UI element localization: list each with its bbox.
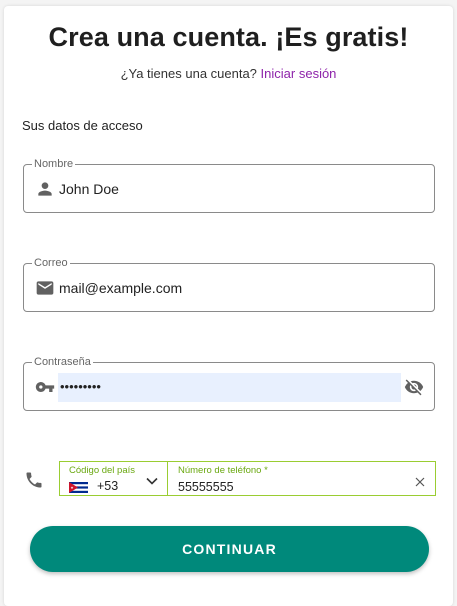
- clear-icon[interactable]: [415, 474, 425, 487]
- chevron-down-icon[interactable]: [145, 474, 159, 488]
- key-icon: [35, 377, 55, 397]
- password-field[interactable]: Contraseña •••••••••: [23, 355, 435, 411]
- password-autofill-highlight: [58, 373, 401, 402]
- phone-icon: [24, 470, 44, 490]
- name-field-label: Nombre: [32, 157, 76, 171]
- password-field-label: Contraseña: [32, 355, 93, 369]
- page-title: Crea una cuenta. ¡Es gratis!: [48, 22, 409, 52]
- phone-number-label: Número de teléfono *: [178, 465, 268, 476]
- person-icon: [35, 179, 55, 199]
- country-code-value: +53: [97, 479, 119, 493]
- phone-number-input[interactable]: [178, 480, 398, 494]
- login-prompt: ¿Ya tienes una cuenta? Iniciar sesión: [0, 66, 457, 81]
- email-field-value[interactable]: mail@example.com: [59, 279, 182, 297]
- continue-button[interactable]: CONTINUAR: [30, 526, 429, 572]
- name-field-value[interactable]: John Doe: [59, 180, 119, 198]
- login-link[interactable]: Iniciar sesión: [261, 66, 337, 81]
- name-field[interactable]: Nombre John Doe: [23, 157, 435, 213]
- country-code-select[interactable]: Código del país +53: [60, 462, 168, 495]
- login-prompt-text: ¿Ya tienes una cuenta?: [120, 66, 257, 81]
- email-field[interactable]: Correo mail@example.com: [23, 256, 435, 312]
- country-code-label: Código del país: [69, 465, 136, 476]
- phone-input-group: Código del país +53 Número de teléfono *: [59, 461, 436, 496]
- eye-off-icon[interactable]: [403, 377, 425, 397]
- email-field-label: Correo: [32, 256, 70, 270]
- mail-icon: [35, 278, 55, 298]
- section-title-access: Sus datos de acceso: [22, 118, 143, 133]
- phone-number-field[interactable]: Número de teléfono *: [168, 462, 435, 495]
- password-field-value[interactable]: •••••••••: [60, 379, 101, 395]
- cuba-flag-icon: [69, 480, 88, 493]
